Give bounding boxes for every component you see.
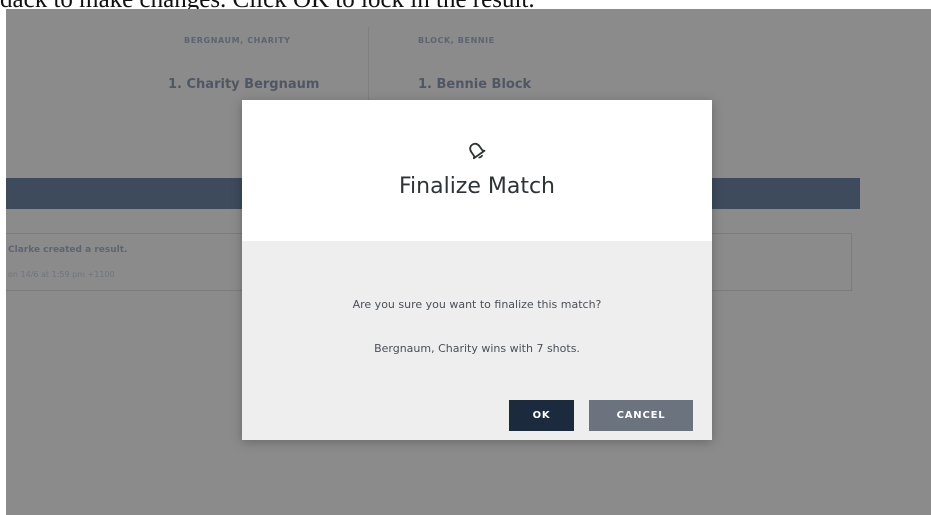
app-window: BERGNAUM, CHARITY BLOCK, BENNIE 1. Chari… bbox=[6, 9, 931, 515]
dialog-body: Are you sure you want to finalize this m… bbox=[242, 241, 712, 440]
ok-button[interactable]: OK bbox=[509, 400, 574, 431]
column-divider bbox=[368, 27, 369, 107]
dialog-header: Finalize Match bbox=[242, 100, 712, 241]
finalize-match-dialog: Finalize Match Are you sure you want to … bbox=[242, 100, 712, 440]
left-player-header: BERGNAUM, CHARITY bbox=[184, 36, 291, 45]
right-player-name: 1. Bennie Block bbox=[418, 77, 532, 92]
right-player-header: BLOCK, BENNIE bbox=[418, 36, 495, 45]
activity-title: Clarke created a result. bbox=[8, 245, 128, 255]
left-player-name: 1. Charity Bergnaum bbox=[168, 77, 320, 92]
cancel-button[interactable]: CANCEL bbox=[589, 400, 693, 431]
dialog-title: Finalize Match bbox=[398, 174, 556, 199]
match-result-text: Bergnaum, Charity wins with 7 shots. bbox=[374, 342, 580, 355]
activity-timestamp: on 14/6 at 1:59 pm +1100 bbox=[8, 270, 115, 279]
confirm-question: Are you sure you want to finalize this m… bbox=[352, 298, 602, 311]
bell-icon bbox=[464, 138, 488, 162]
